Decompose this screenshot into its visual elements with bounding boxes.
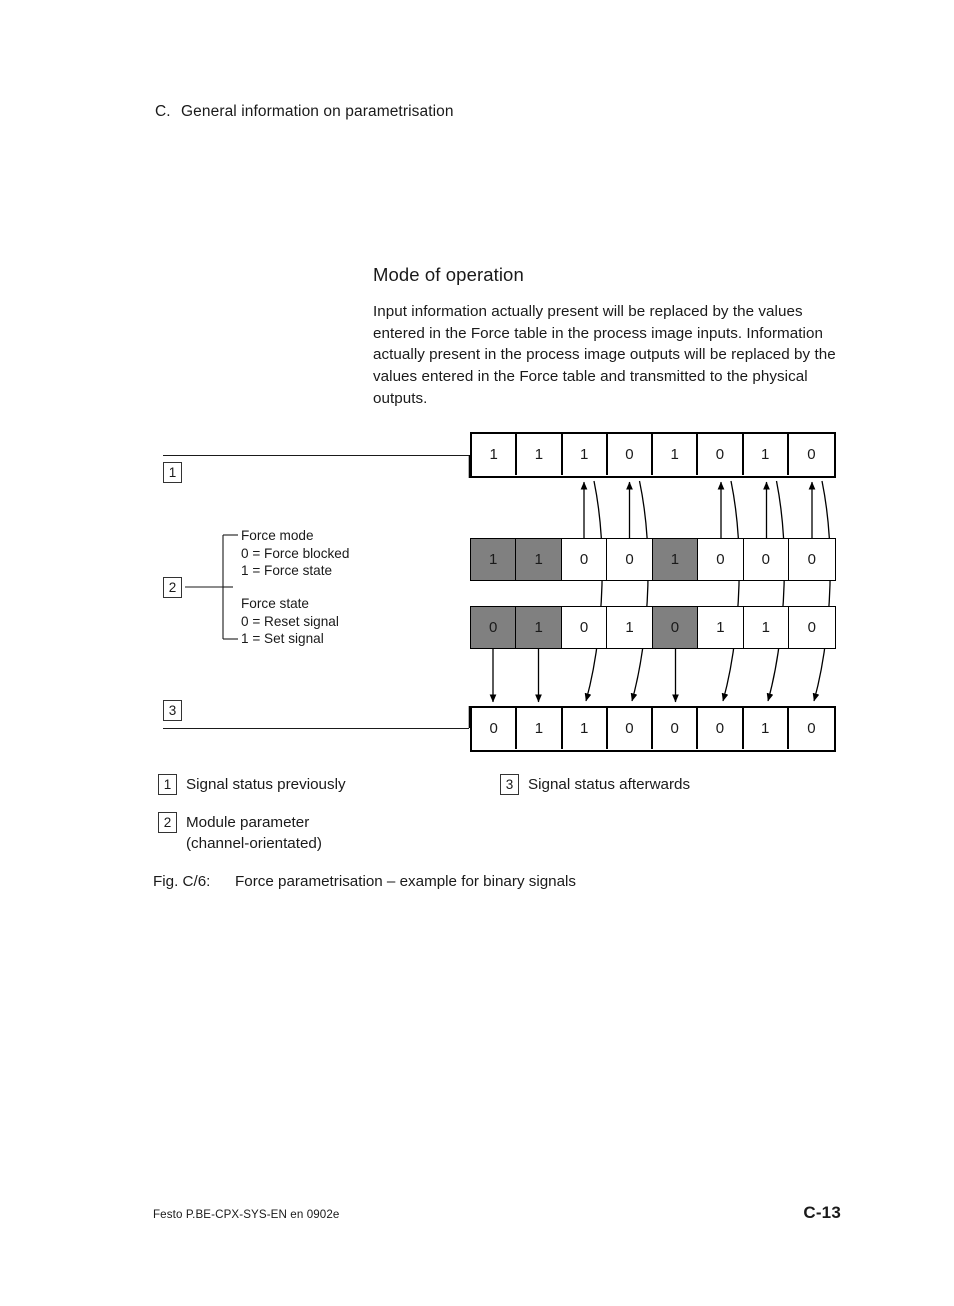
cell-force-mode-ch6: 0 <box>698 539 744 580</box>
cell-force-mode-ch1: 1 <box>471 539 517 580</box>
force-state-title: Force state <box>241 596 309 611</box>
leader-line-1 <box>163 455 469 456</box>
cell-signal-status-previously-ch8: 0 <box>788 434 834 475</box>
cell-signal-status-previously-ch6: 0 <box>698 434 744 475</box>
cell-signal-status-previously-ch3: 1 <box>562 434 608 475</box>
force-state-option-0: 0 = Reset signal <box>241 613 339 629</box>
row-force-mode: 11001000 <box>470 538 836 581</box>
force-mode-legend: Force mode 0 = Force blocked 1 = Force s… <box>241 527 349 580</box>
cell-force-mode-ch4: 0 <box>607 539 653 580</box>
row-signal-status-previously: 11101010 <box>470 432 836 478</box>
cell-signal-status-previously-ch1: 1 <box>472 434 518 475</box>
legend-num-3: 3 <box>500 774 519 795</box>
cell-signal-status-afterwards-ch6: 0 <box>698 708 744 749</box>
legend-text-1: Signal status previously <box>186 776 346 793</box>
cell-force-mode-ch7: 0 <box>743 539 790 580</box>
footer-document-id: Festo P.BE-CPX-SYS-EN en 0902e <box>153 1208 340 1221</box>
cell-force-mode-ch8: 0 <box>789 539 835 580</box>
cell-signal-status-afterwards-ch8: 0 <box>788 708 834 749</box>
cell-signal-status-previously-ch7: 1 <box>743 434 789 475</box>
row-signal-status-afterwards: 01100010 <box>470 706 836 752</box>
cell-signal-status-afterwards-ch4: 0 <box>607 708 653 749</box>
cell-signal-status-previously-ch2: 1 <box>517 434 563 475</box>
page-number: C-13 <box>803 1203 841 1222</box>
force-state-legend: Force state 0 = Reset signal 1 = Set sig… <box>241 595 339 648</box>
cell-signal-status-afterwards-ch3: 1 <box>562 708 608 749</box>
figure-caption: Fig. C/6: Force parametrisation – example… <box>153 873 576 890</box>
running-head-text: General information on parametrisation <box>181 103 454 120</box>
page-title: Mode of operation <box>373 264 524 285</box>
cell-force-mode-ch2: 1 <box>516 539 562 580</box>
legend-num-2: 2 <box>158 812 177 833</box>
legend-item-2: 2 Module parameter (channel-orientated) <box>158 812 322 854</box>
force-mode-option-1: 1 = Force state <box>241 563 333 579</box>
legend-item-1: 1 Signal status previously <box>158 774 346 795</box>
force-mode-title: Force mode <box>241 528 314 543</box>
marker-1: 1 <box>163 462 182 483</box>
marker-2: 2 <box>163 577 182 598</box>
cell-signal-status-previously-ch4: 0 <box>607 434 653 475</box>
cell-signal-status-afterwards-ch7: 1 <box>743 708 789 749</box>
cell-force-state-ch5: 0 <box>652 607 699 648</box>
cell-force-state-ch6: 1 <box>698 607 744 648</box>
diagram-arrows-layer <box>185 455 831 728</box>
cell-force-state-ch4: 1 <box>607 607 653 648</box>
marker-3: 3 <box>163 700 182 721</box>
cell-force-state-ch3: 0 <box>561 607 608 648</box>
figure-caption-text: Force parametrisation – example for bina… <box>235 873 577 890</box>
row-force-state: 01010110 <box>470 606 836 649</box>
force-state-option-1: 1 = Set signal <box>241 631 324 647</box>
cell-signal-status-afterwards-ch2: 1 <box>517 708 563 749</box>
running-head-letter: C. <box>155 103 171 120</box>
cell-force-state-ch1: 0 <box>471 607 517 648</box>
cell-force-mode-ch5: 1 <box>652 539 699 580</box>
figure-caption-label: Fig. C/6: <box>153 873 211 890</box>
cell-force-mode-ch3: 0 <box>561 539 608 580</box>
cell-signal-status-previously-ch5: 1 <box>653 434 699 475</box>
leader-line-3 <box>163 728 469 729</box>
legend-num-1: 1 <box>158 774 177 795</box>
running-head: C. General information on parametrisation <box>155 103 454 121</box>
cell-force-state-ch8: 0 <box>789 607 835 648</box>
cell-signal-status-afterwards-ch5: 0 <box>653 708 699 749</box>
legend-text-2: Module parameter (channel-orientated) <box>186 814 322 852</box>
legend-text-3: Signal status afterwards <box>528 776 691 793</box>
body-paragraph: Input information actually present will … <box>373 303 836 407</box>
force-mode-option-0: 0 = Force blocked <box>241 545 350 561</box>
legend-item-3: 3 Signal status afterwards <box>500 774 690 795</box>
cell-force-state-ch2: 1 <box>516 607 562 648</box>
cell-force-state-ch7: 1 <box>743 607 790 648</box>
cell-signal-status-afterwards-ch1: 0 <box>472 708 518 749</box>
